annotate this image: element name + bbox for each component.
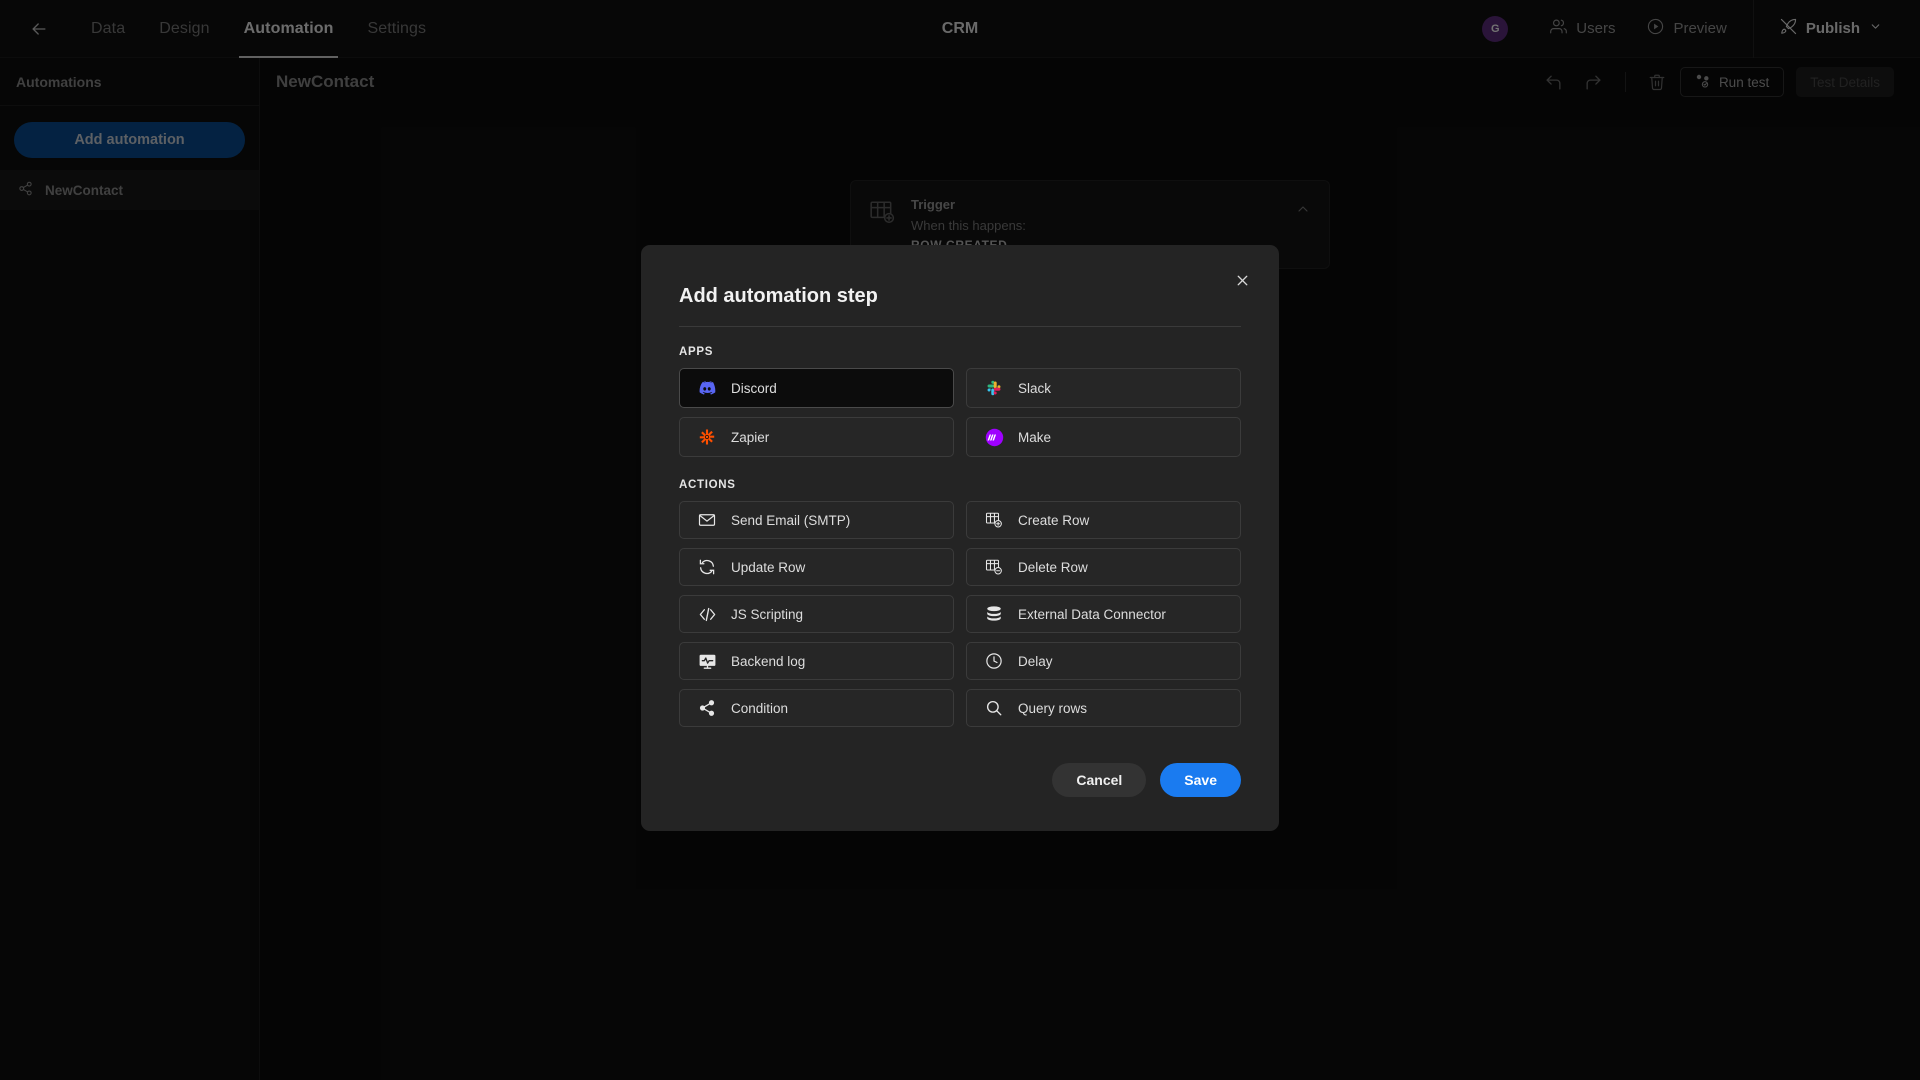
code-icon <box>697 604 717 624</box>
app-card-label: Make <box>1018 429 1052 445</box>
modal-footer: Cancel Save <box>679 763 1241 797</box>
action-card-label: External Data Connector <box>1018 606 1166 622</box>
action-card-label: Backend log <box>731 653 806 669</box>
apps-grid: Discord Slack Zapier Make <box>679 368 1241 457</box>
action-card-label: Delay <box>1018 653 1053 669</box>
magnifier-icon <box>984 698 1004 718</box>
envelope-icon <box>697 510 717 530</box>
close-icon[interactable] <box>1227 265 1257 295</box>
modal-title: Add automation step <box>679 285 878 307</box>
app-card-slack[interactable]: Slack <box>966 368 1241 408</box>
make-icon <box>984 427 1004 447</box>
clock-icon <box>984 651 1004 671</box>
zapier-icon <box>697 427 717 447</box>
action-card-label: Send Email (SMTP) <box>731 512 851 528</box>
apps-section-label: APPS <box>679 346 714 358</box>
discord-icon <box>697 378 717 398</box>
app-card-discord[interactable]: Discord <box>679 368 954 408</box>
action-card-label: JS Scripting <box>731 606 804 622</box>
action-card-label: Condition <box>731 700 789 716</box>
share-nodes-icon <box>697 698 717 718</box>
app-card-zapier[interactable]: Zapier <box>679 417 954 457</box>
slack-icon <box>984 378 1004 398</box>
action-card-create-row[interactable]: Create Row <box>966 501 1241 539</box>
save-button[interactable]: Save <box>1160 763 1241 797</box>
app-card-label: Slack <box>1018 380 1052 396</box>
action-card-js-scripting[interactable]: JS Scripting <box>679 595 954 633</box>
refresh-icon <box>697 557 717 577</box>
action-card-external-data-connector[interactable]: External Data Connector <box>966 595 1241 633</box>
action-card-label: Query rows <box>1018 700 1088 716</box>
action-card-label: Update Row <box>731 559 806 575</box>
database-icon <box>984 604 1004 624</box>
action-card-condition[interactable]: Condition <box>679 689 954 727</box>
action-card-send-email[interactable]: Send Email (SMTP) <box>679 501 954 539</box>
actions-section-label: ACTIONS <box>679 479 736 491</box>
app-card-make[interactable]: Make <box>966 417 1241 457</box>
monitor-activity-icon <box>697 651 717 671</box>
action-card-update-row[interactable]: Update Row <box>679 548 954 586</box>
actions-grid: Send Email (SMTP) Create Row Update Row … <box>679 501 1241 727</box>
create-row-icon <box>984 510 1004 530</box>
modal-divider <box>679 326 1241 327</box>
app-card-label: Discord <box>731 380 777 396</box>
action-card-delete-row[interactable]: Delete Row <box>966 548 1241 586</box>
action-card-delay[interactable]: Delay <box>966 642 1241 680</box>
delete-row-icon <box>984 557 1004 577</box>
action-card-label: Delete Row <box>1018 559 1088 575</box>
action-card-query-rows[interactable]: Query rows <box>966 689 1241 727</box>
cancel-button[interactable]: Cancel <box>1052 763 1147 797</box>
app-card-label: Zapier <box>731 429 770 445</box>
action-card-label: Create Row <box>1018 512 1090 528</box>
add-automation-step-modal: Add automation step APPS Discord Slack Z… <box>641 245 1279 831</box>
action-card-backend-log[interactable]: Backend log <box>679 642 954 680</box>
